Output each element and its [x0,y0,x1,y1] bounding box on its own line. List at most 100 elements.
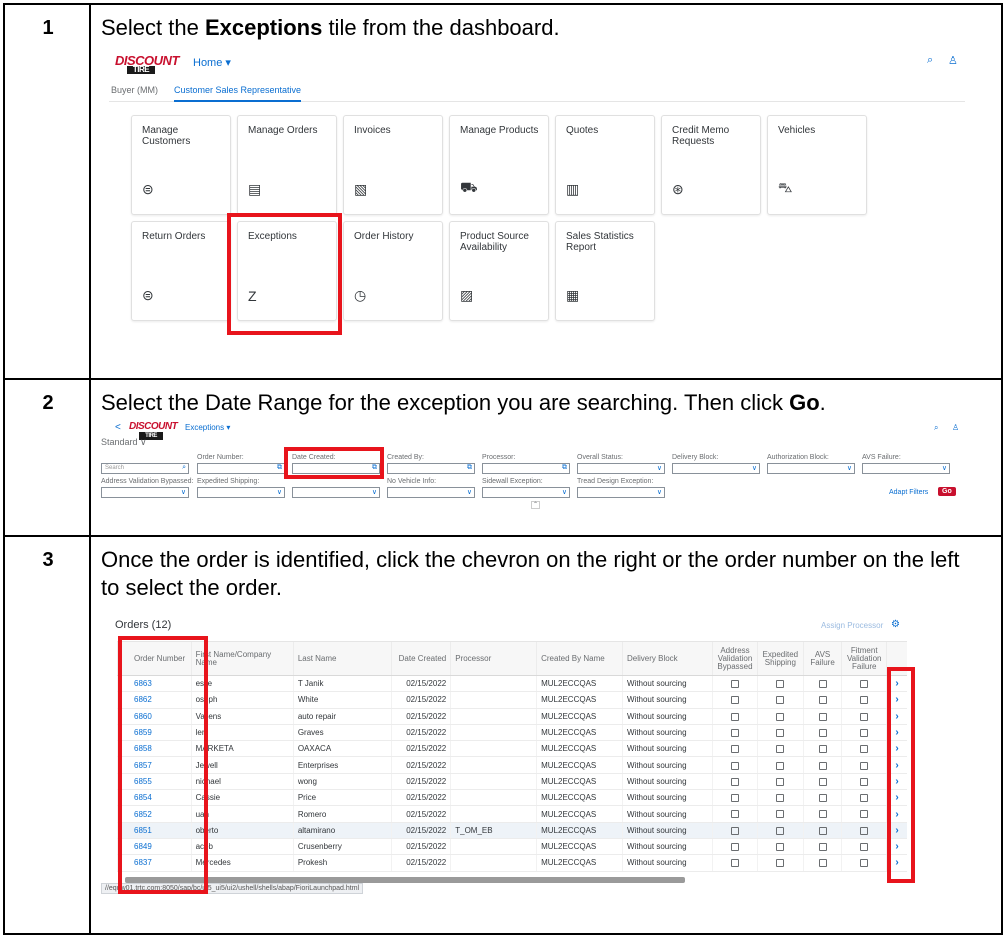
variant-selector[interactable]: Standard ∨ [101,437,147,448]
last-name-cell: wong [292,773,392,791]
table-row[interactable]: 6863 eslie T Janik 02/15/2022 MUL2ECCQAS With… [117,675,907,693]
created-by-field[interactable]: ⧉ [387,463,475,474]
table-row[interactable]: 6851 oberto altamirano 02/15/2022 T_OM_EB MUL… [117,822,907,839]
tile-product-source-availability[interactable]: Product Source Availability ▨ [449,221,549,321]
money-icon: ⊛ [672,181,684,197]
column-header[interactable]: Fitment Validation Failure [841,641,887,676]
delivery-block-cell: Without sourcing [621,789,713,807]
checkbox-cell [841,724,887,742]
avs-failure-select[interactable]: ∨ [862,463,950,474]
tile-manage-orders[interactable]: Manage Orders ▤ [237,115,337,215]
authorization-block-select[interactable]: ∨ [767,463,855,474]
app-title-menu[interactable]: Exceptions ▾ [185,423,230,432]
tile-order-history[interactable]: Order History ◷ [343,221,443,321]
search-input[interactable]: Search ⌕ [101,463,189,474]
table-row[interactable]: 6849 acob Crusenberry 02/15/2022 MUL2ECCQAS W… [117,838,907,856]
checkbox-cell [711,854,758,872]
hidden-label-select[interactable]: ∨ [292,487,380,498]
delivery-block-cell: Without sourcing [621,724,713,742]
created-by-cell: MUL2ECCQAS [536,854,623,872]
processor-cell [450,708,537,725]
table-row[interactable]: 6860 Vallens auto repair 02/15/2022 MUL2ECCQ… [117,708,907,725]
step-row-3: 3 Once the order is identified, click th… [5,537,1001,935]
step-number-cell: 3 [5,537,91,935]
back-icon[interactable]: < [115,422,121,433]
invoice-icon: ▧ [354,181,368,197]
column-header[interactable]: Created By Name [536,641,623,676]
column-header[interactable]: AVS Failure [802,641,842,676]
tile-sales-statistics-report[interactable]: Sales Statistics Report ▦ [555,221,655,321]
date-created-cell: 02/15/2022 [390,822,451,839]
go-button[interactable]: Go [938,487,956,496]
tile-return-orders[interactable]: Return Orders ⊜ [131,221,231,321]
order-number-field[interactable]: ⧉ [197,463,285,474]
table-row[interactable]: 6837 Mercedes Prokesh 02/15/2022 MUL2ECCQAS W… [117,854,907,872]
column-header[interactable]: Expedited Shipping [757,641,804,676]
checkbox-cell [841,773,887,791]
delivery-block-cell: Without sourcing [621,675,713,693]
checkbox-cell [711,691,758,709]
delivery-block-select[interactable]: ∨ [672,463,760,474]
table-row[interactable]: 6858 MARKETA OAXACA 02/15/2022 MUL2ECCQAS Wit… [117,740,907,758]
checkbox-icon [730,794,739,803]
table-row[interactable]: 6852 uan Romero 02/15/2022 MUL2ECCQAS Without… [117,805,907,823]
overall-status-select[interactable]: ∨ [577,463,665,474]
tile-quotes[interactable]: Quotes ▥ [555,115,655,215]
step-instruction: Select the Date Range for the exception … [101,390,826,415]
tab-buyer[interactable]: Buyer (MM) [111,85,158,95]
checkbox-cell [711,838,758,856]
search-icon[interactable]: ⌕ [934,423,938,433]
processor-field[interactable]: ⧉ [482,463,570,474]
processor-cell: T_OM_EB [450,822,537,839]
table-row[interactable]: 6859 len Graves 02/15/2022 MUL2ECCQAS Without… [117,724,907,742]
tile-vehicles[interactable]: Vehicles ⛍ [767,115,867,215]
no-vehicle-info-label: No Vehicle Info: [387,478,437,485]
tile-title: Quotes [566,125,599,136]
no-vehicle-info-select[interactable]: ∨ [387,487,475,498]
date-created-cell: 02/15/2022 [390,773,451,791]
checkbox-cell [802,773,842,791]
checkbox-cell [711,756,758,774]
checkbox-cell [802,838,842,856]
table-row[interactable]: 6862 oseph White 02/15/2022 MUL2ECCQAS Withou… [117,691,907,709]
checkbox-icon [776,826,785,835]
expedited-shipping-select[interactable]: ∨ [197,487,285,498]
processor-cell [450,805,537,823]
collapse-toggle[interactable]: ⌃ [531,501,540,509]
created-by-cell: MUL2ECCQAS [536,838,623,856]
checkbox-icon [860,761,869,770]
last-name-cell: White [292,691,392,709]
adapt-filters-link[interactable]: Adapt Filters [889,489,928,496]
tab-customer-sales-rep[interactable]: Customer Sales Representative [174,85,302,102]
tile-manage-customers[interactable]: Manage Customers ⊜ [131,115,231,215]
table-row[interactable]: 6857 Jewell Enterprises 02/15/2022 MUL2ECCQA… [117,756,907,774]
column-header[interactable]: Delivery Block [621,641,713,676]
user-icon[interactable]: ♙ [948,54,958,67]
assign-processor-button[interactable]: Assign Processor [821,621,883,630]
search-icon[interactable]: ⌕ [927,54,933,67]
column-header[interactable]: Processor [450,641,537,676]
column-header[interactable]: Address Validation Bypassed [711,641,758,676]
checkbox-icon [860,680,869,689]
address-validation-select[interactable]: ∨ [101,487,189,498]
home-menu[interactable]: Home ▾ [193,56,231,69]
tile-credit-memo-requests[interactable]: Credit Memo Requests ⊛ [661,115,761,215]
table-row[interactable]: 6854 Cassie Price 02/15/2022 MUL2ECCQAS Witho… [117,789,907,807]
step-number-cell: 1 [5,5,91,378]
sidewall-exception-select[interactable]: ∨ [482,487,570,498]
checkbox-cell [711,740,758,758]
checkbox-icon [860,777,869,786]
orders-title: Orders (12) [115,619,172,631]
column-header[interactable]: Date Created [390,641,451,676]
settings-icon[interactable]: ⚙ [891,619,900,630]
created-by-label: Created By: [387,454,424,461]
checkbox-cell [757,773,804,791]
tile-manage-products[interactable]: Manage Products ⛟ [449,115,549,215]
tread-design-select[interactable]: ∨ [577,487,665,498]
column-header[interactable]: Last Name [292,641,392,676]
checkbox-cell [802,822,842,839]
processor-label: Processor: [482,454,516,461]
user-icon[interactable]: ♙ [952,423,959,432]
table-row[interactable]: 6855 nichael wong 02/15/2022 MUL2ECCQAS Witho… [117,773,907,791]
tile-invoices[interactable]: Invoices ▧ [343,115,443,215]
